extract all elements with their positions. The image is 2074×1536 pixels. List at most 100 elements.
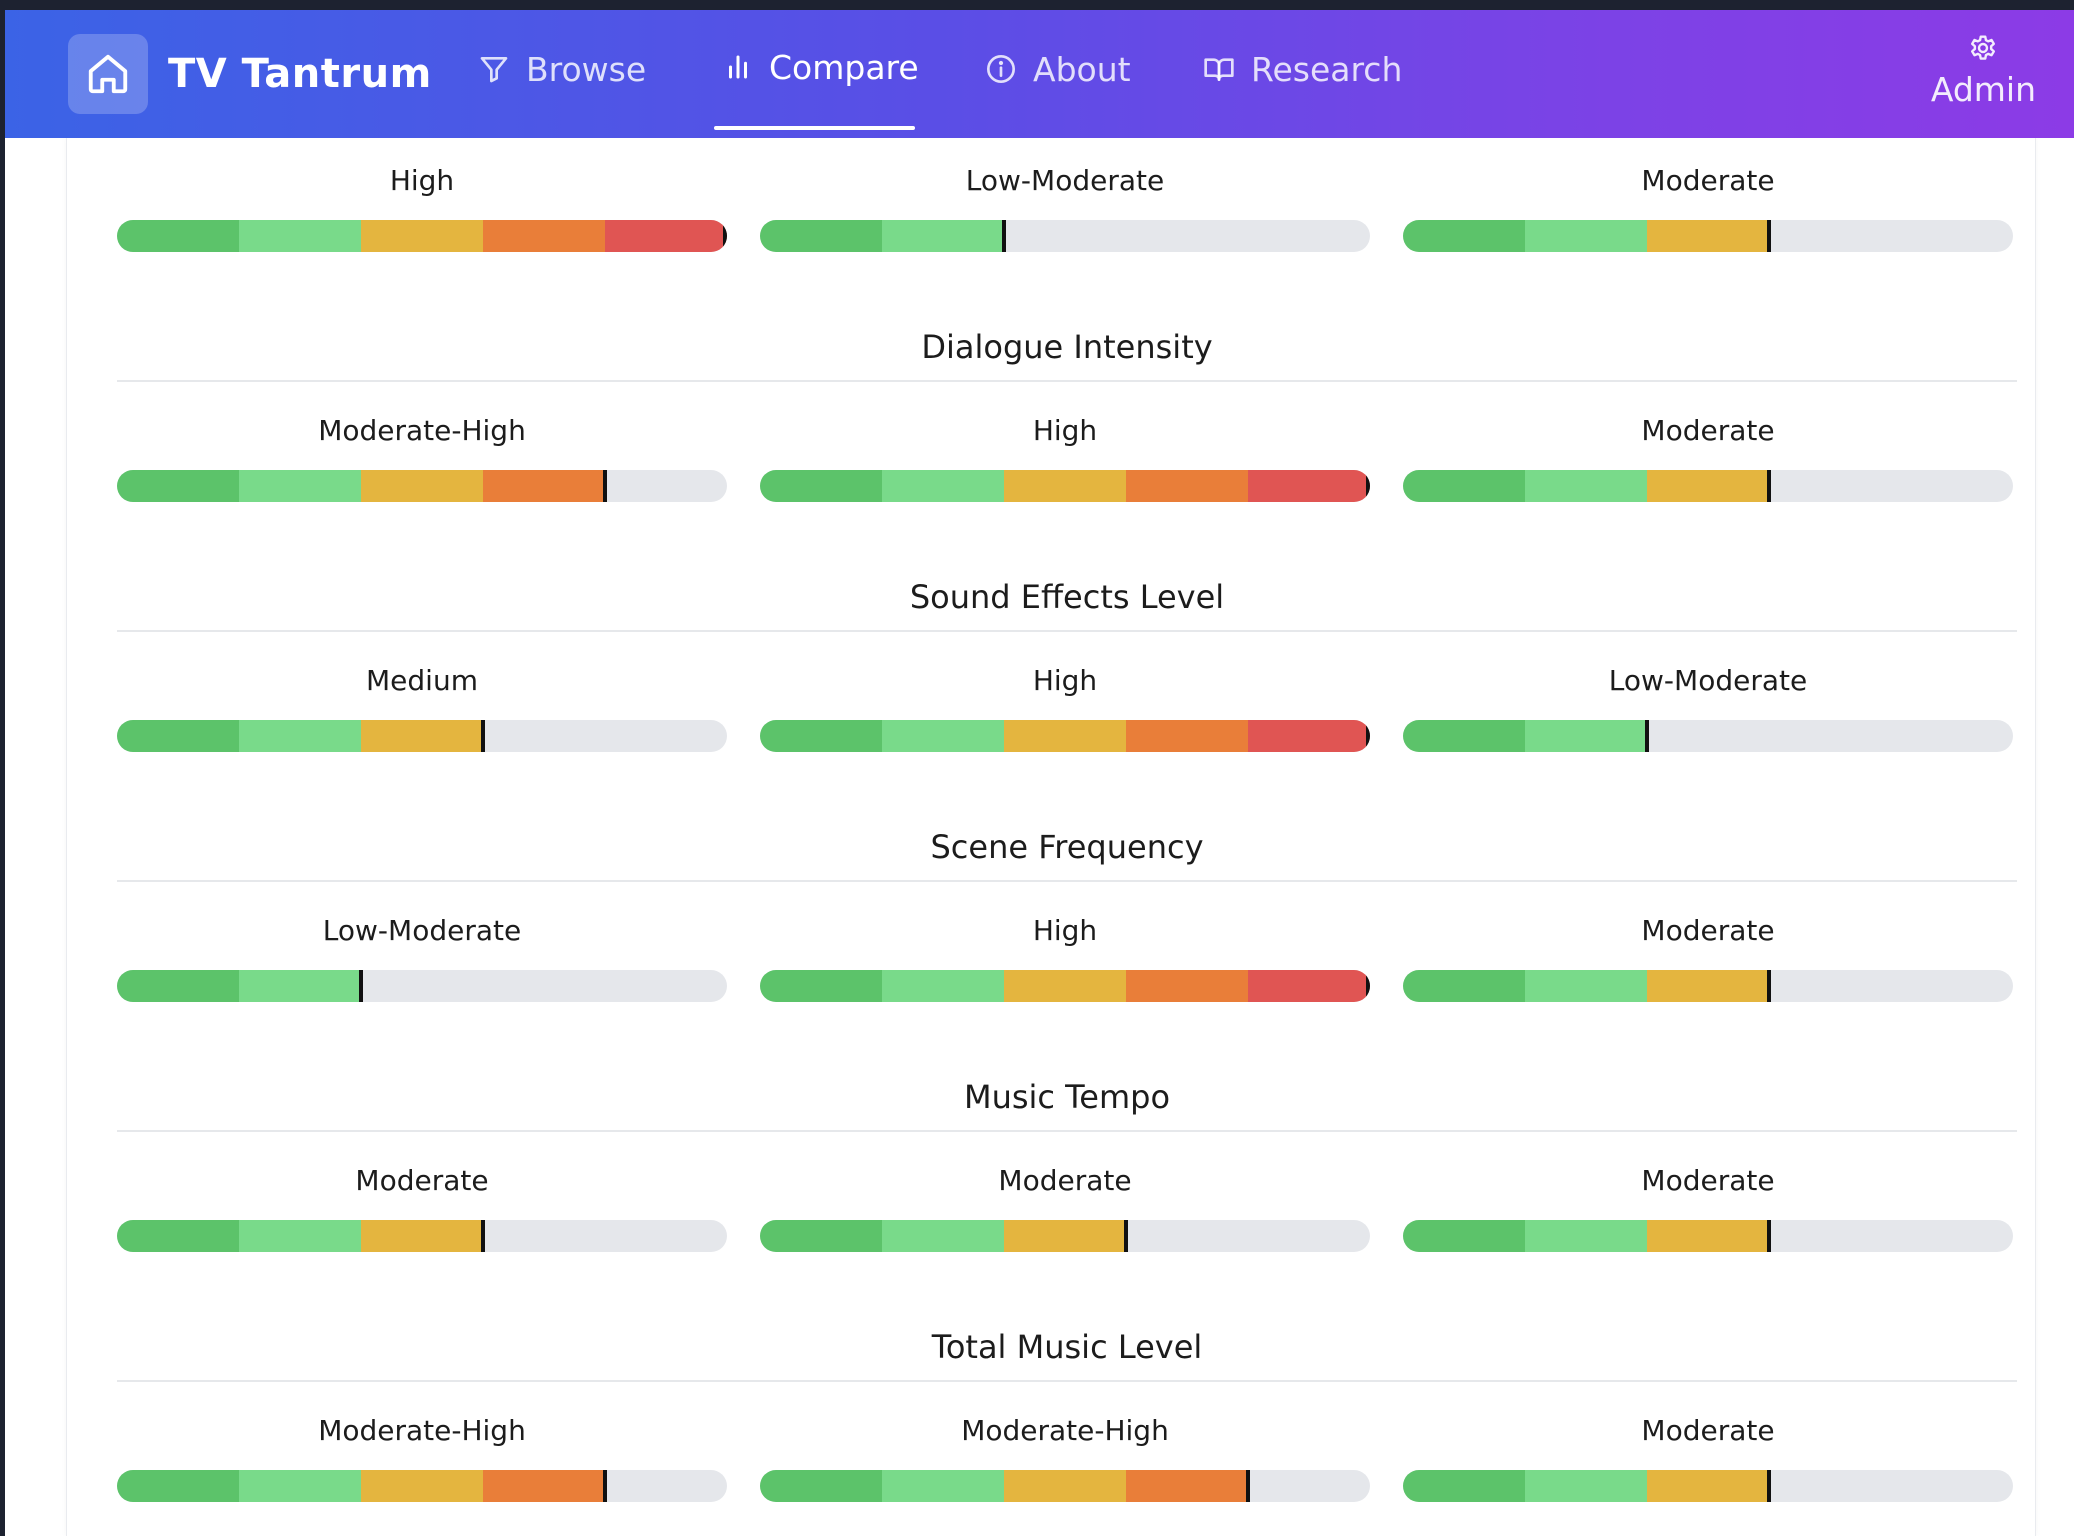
rating-marker (1767, 220, 1771, 252)
rating-label: Moderate (1641, 414, 1775, 447)
rating-bar (117, 1220, 727, 1252)
section-title: Music Tempo (963, 1078, 1171, 1116)
rating-bar (760, 970, 1370, 1002)
info-icon (987, 55, 1015, 83)
rating-segment (1248, 720, 1370, 752)
rating-segment (483, 470, 605, 502)
rating-marker (1767, 1470, 1771, 1502)
rating-segment (1126, 1470, 1248, 1502)
bar-chart-icon (729, 55, 747, 79)
rating-marker (723, 220, 727, 252)
rating-marker (1124, 1220, 1128, 1252)
rating-segment (760, 720, 882, 752)
rating-marker (1246, 1470, 1250, 1502)
rating-segment (882, 220, 1004, 252)
rating-segment (1403, 1470, 1525, 1502)
rating-bar (117, 720, 727, 752)
nav-research[interactable]: Research (1203, 44, 1402, 94)
rating-segment (1126, 470, 1248, 502)
rating-bar (117, 220, 727, 252)
nav-admin[interactable]: Admin (1931, 32, 2036, 109)
rating-segment (760, 970, 882, 1002)
rating-segment (1647, 1470, 1769, 1502)
rating-label: Moderate-High (961, 1414, 1169, 1447)
rating-segment (117, 1470, 239, 1502)
rating-bar (1403, 1220, 2013, 1252)
section-title: Scene Frequency (930, 828, 1204, 866)
rating-marker (603, 1470, 607, 1502)
rating-segment (483, 1470, 605, 1502)
rating-bar (760, 220, 1370, 252)
rating-label: High (1032, 414, 1098, 447)
brand-home-link[interactable]: TV Tantrum (68, 34, 432, 114)
rating-segment (361, 1220, 483, 1252)
rating-segment (605, 220, 727, 252)
nav-browse[interactable]: Browse (478, 44, 646, 94)
rating-bar (1403, 1470, 2013, 1502)
rating-label: Low-Moderate (322, 914, 522, 947)
rating-label: Moderate (1641, 164, 1775, 197)
section-title: Total Music Level (931, 1328, 1203, 1366)
rating-bar (1403, 220, 2013, 252)
rating-segment (1248, 970, 1370, 1002)
rating-bar (760, 720, 1370, 752)
rating-marker (1002, 220, 1006, 252)
rating-segment (760, 1470, 882, 1502)
gear-icon (1971, 35, 1996, 60)
rating-segment (882, 970, 1004, 1002)
rating-label: High (389, 164, 455, 197)
rating-segment (117, 1220, 239, 1252)
app-name: TV Tantrum (168, 51, 432, 97)
rating-marker (1366, 970, 1370, 1002)
rating-segment (117, 470, 239, 502)
section-divider (117, 380, 2017, 382)
rating-segment (117, 720, 239, 752)
rating-segment (1525, 970, 1647, 1002)
rating-segment (1004, 970, 1126, 1002)
rating-segment (239, 1470, 361, 1502)
rating-segment (882, 720, 1004, 752)
rating-segment (1525, 470, 1647, 502)
rating-label: Moderate (355, 1164, 489, 1197)
rating-bar (117, 470, 727, 502)
rating-segment (1647, 1220, 1769, 1252)
rating-bar (1403, 470, 2013, 502)
rating-segment (1004, 720, 1126, 752)
rating-segment (1647, 970, 1769, 1002)
rating-marker (481, 720, 485, 752)
rating-segment (1403, 470, 1525, 502)
rating-segment (1525, 720, 1647, 752)
section-divider (117, 1380, 2017, 1382)
rating-segment (1126, 720, 1248, 752)
top-navbar: TV Tantrum Browse Compare About Research (5, 10, 2074, 138)
rating-marker (1767, 970, 1771, 1002)
rating-label: High (1032, 914, 1098, 947)
rating-label: Moderate (1641, 1164, 1775, 1197)
rating-segment (1248, 470, 1370, 502)
rating-marker (481, 1220, 485, 1252)
nav-compare[interactable]: Compare (723, 42, 919, 92)
nav-browse-label: Browse (526, 49, 647, 89)
rating-label: Moderate-High (318, 1414, 526, 1447)
rating-marker (1767, 470, 1771, 502)
section-title: Sound Effects Level (909, 578, 1225, 616)
rating-segment (1403, 1220, 1525, 1252)
rating-segment (483, 220, 605, 252)
rating-segment (239, 470, 361, 502)
rating-segment (361, 1470, 483, 1502)
rating-bar (760, 1470, 1370, 1502)
rating-bar (760, 1220, 1370, 1252)
section-divider (117, 880, 2017, 882)
rating-segment (1647, 470, 1769, 502)
home-icon (68, 34, 148, 114)
rating-bar (117, 1470, 727, 1502)
rating-label: Low-Moderate (1608, 664, 1808, 697)
active-tab-indicator (714, 126, 915, 130)
nav-about[interactable]: About (985, 44, 1131, 94)
nav-about-label: About (1033, 49, 1131, 89)
rating-segment (1647, 220, 1769, 252)
rating-label: Medium (366, 664, 478, 697)
filter-icon (480, 57, 508, 83)
rating-label: High (1032, 664, 1098, 697)
rating-bar (1403, 720, 2013, 752)
